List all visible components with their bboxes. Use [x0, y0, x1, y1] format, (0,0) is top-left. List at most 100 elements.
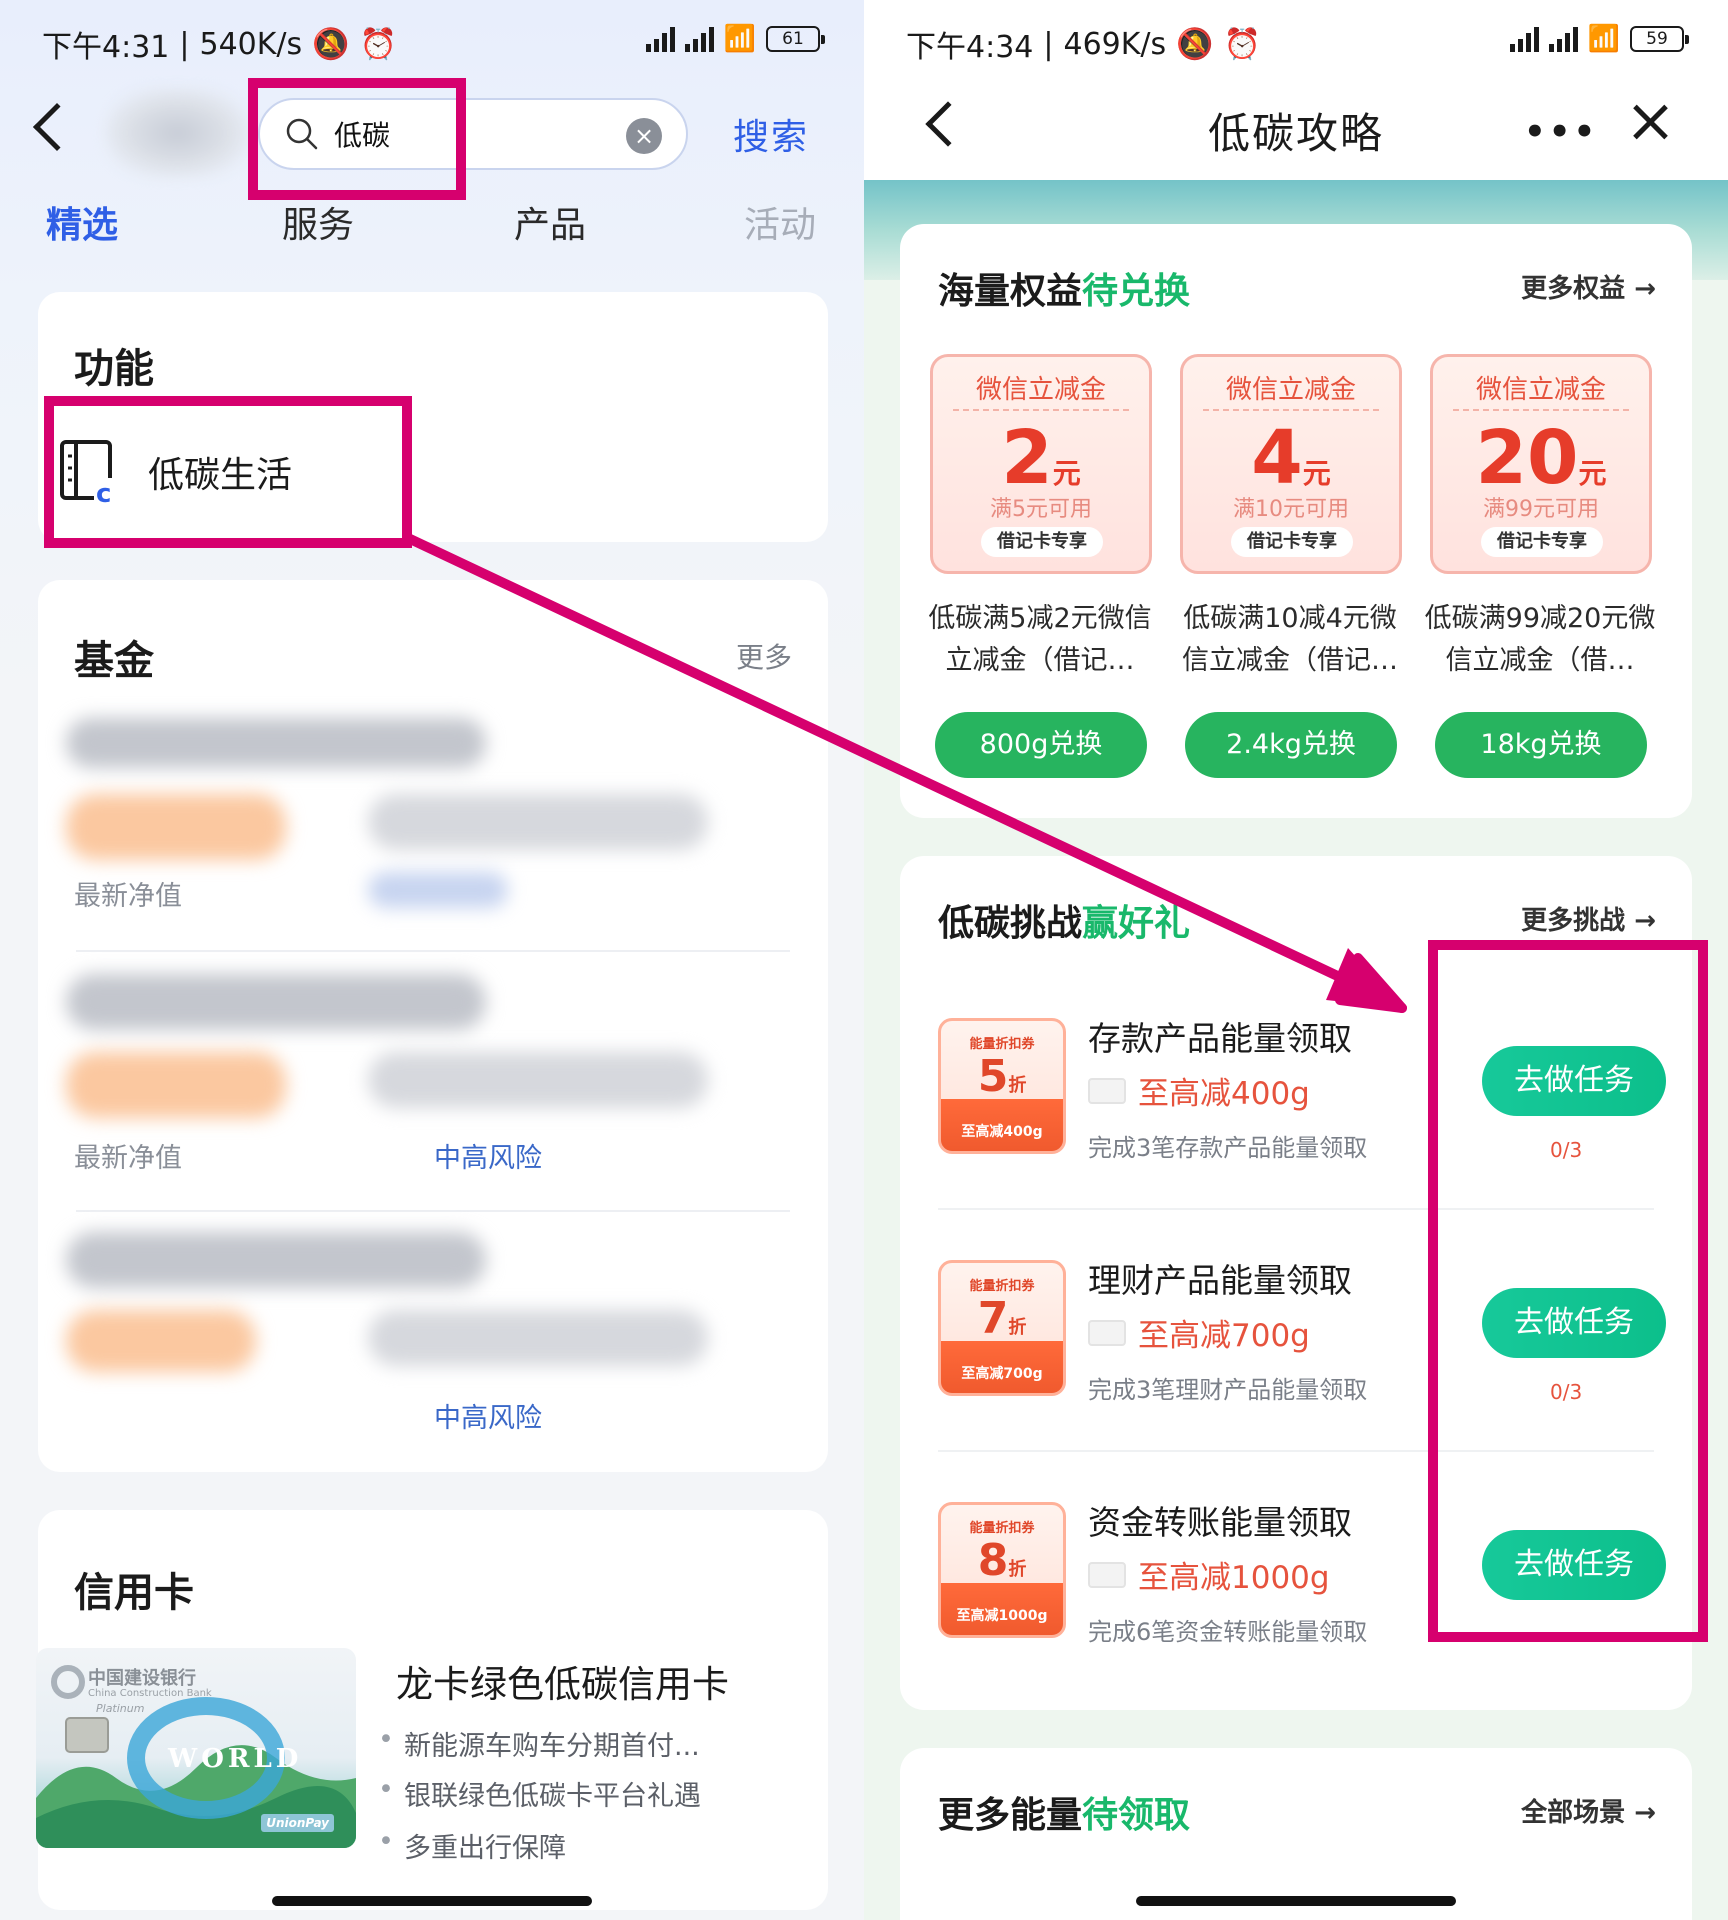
image-icon [1088, 1561, 1126, 1588]
more-challenges-link[interactable]: 更多挑战 → [1521, 900, 1656, 937]
blurred-fund-change [368, 1052, 708, 1108]
blurred-fund-name [66, 1232, 486, 1288]
blurred-fund-name [66, 974, 486, 1030]
coupon-card[interactable]: 微信立减金 4元 满10元可用 借记卡专享 [1180, 354, 1402, 574]
features-title: 功能 [74, 346, 154, 392]
discount-coupon-icon: 能量折扣券 8折 至高减1000g [938, 1502, 1066, 1638]
more-options-icon[interactable]: ••• [1524, 112, 1598, 152]
tab-products[interactable]: 产品 [514, 196, 586, 248]
battery-icon: 61 [766, 26, 825, 52]
wifi-icon: 📶 [1587, 24, 1620, 54]
signal-icon [1509, 26, 1539, 52]
image-icon [1088, 1077, 1126, 1104]
home-indicator[interactable] [1136, 1896, 1456, 1906]
blurred-fund-risk [368, 872, 508, 908]
mute-icon: 🔕 [312, 26, 350, 62]
card-world: WORLD [168, 1744, 303, 1774]
credit-card-image[interactable]: 中国建设银行 China Construction Bank Platinum … [36, 1648, 356, 1848]
redeem-button[interactable]: 2.4kg兑换 [1185, 712, 1397, 778]
task-description: 完成3笔理财产品能量领取 [1088, 1376, 1368, 1404]
coupon-description: 低碳满99减20元微信立减金（借… [1424, 603, 1656, 676]
all-scenes-link[interactable]: 全部场景 → [1521, 1792, 1656, 1829]
coupon-description: 低碳满5减2元微信立减金（借记… [928, 603, 1152, 676]
card-tier: Platinum [96, 1702, 145, 1715]
rewards-card: 海量权益待兑换 更多权益 → 微信立减金 2元 满5元可用 借记卡专享 低碳满5… [900, 224, 1692, 818]
fund-risk-label: 中高风险 [434, 1143, 542, 1174]
annotation-box-tasks [1428, 940, 1708, 1642]
task-highlight: 至高减700g [1088, 1310, 1310, 1355]
wifi-icon: 📶 [723, 24, 756, 54]
status-bar: 下午4:34 | 469K/s 🔕 ⏰ [906, 22, 1261, 66]
funds-title: 基金 [74, 638, 154, 684]
fund-meta-label: 最新净值 [74, 881, 182, 912]
home-indicator[interactable] [272, 1896, 592, 1906]
annotation-box-feature [44, 396, 412, 548]
blurred-fund-value [66, 1052, 286, 1118]
status-time: 下午4:34 [906, 30, 1034, 65]
credit-card-bullet: 银联绿色低碳卡平台礼遇 [378, 1774, 701, 1813]
right-screen: 下午4:34 | 469K/s 🔕 ⏰ 📶 59 低碳攻略 ••• 海量权益待兑… [864, 0, 1728, 1920]
credit-card-bullet: 新能源车购车分期首付... [378, 1724, 700, 1763]
credit-card-bullet: 多重出行保障 [378, 1826, 566, 1865]
blurred-fund-change [368, 794, 708, 850]
task-description: 完成6笔资金转账能量领取 [1088, 1618, 1368, 1646]
mute-icon: 🔕 [1176, 26, 1214, 62]
image-icon [1088, 1319, 1126, 1346]
battery-icon: 59 [1630, 26, 1689, 52]
coupon-card[interactable]: 微信立减金 20元 满99元可用 借记卡专享 [1430, 354, 1652, 574]
alarm-icon: ⏰ [359, 26, 397, 62]
rewards-title: 海量权益待兑换 [938, 271, 1191, 312]
credit-card-product-title[interactable]: 龙卡绿色低碳信用卡 [396, 1654, 729, 1708]
signal-icon [645, 26, 675, 52]
tab-activities[interactable]: 活动 [744, 196, 816, 248]
close-icon[interactable] [1630, 102, 1670, 142]
search-button[interactable]: 搜索 [733, 108, 809, 160]
redeem-button[interactable]: 18kg兑换 [1435, 712, 1647, 778]
fund-meta-label: 最新净值 [74, 1143, 182, 1174]
page-title: 低碳攻略 [1207, 109, 1384, 158]
status-icons: 📶 59 [1509, 24, 1689, 54]
alarm-icon: ⏰ [1223, 26, 1261, 62]
task-title: 存款产品能量领取 [1088, 1019, 1352, 1058]
funds-card: 基金 更多 最新净值 最新净值 中高风险 中高风险 [38, 580, 828, 1472]
tab-bar: 精选 服务 产品 活动 [0, 196, 864, 246]
clear-icon[interactable]: × [626, 118, 662, 154]
blurred-fund-value [66, 794, 286, 860]
credit-card-title: 信用卡 [74, 1570, 194, 1616]
discount-coupon-icon: 能量折扣券 5折 至高减400g [938, 1018, 1066, 1154]
task-title: 理财产品能量领取 [1088, 1261, 1352, 1300]
signal-icon-2 [684, 26, 714, 52]
status-bar: 下午4:31 | 540K/s 🔕 ⏰ [42, 22, 397, 66]
task-description: 完成3笔存款产品能量领取 [1088, 1134, 1368, 1162]
redeem-button[interactable]: 800g兑换 [935, 712, 1147, 778]
annotation-box-search [248, 78, 466, 200]
unionpay-logo: UnionPay [261, 1814, 334, 1832]
task-highlight: 至高减400g [1088, 1068, 1310, 1113]
blurred-fund-change [368, 1310, 708, 1366]
task-highlight: 至高减1000g [1088, 1552, 1330, 1597]
coupon-description: 低碳满10减4元微信立减金（借记… [1182, 603, 1398, 676]
left-screen: 下午4:31 | 540K/s 🔕 ⏰ 📶 61 低碳 × 搜索 精选 服务 产… [0, 0, 864, 1920]
blurred-avatar [105, 88, 250, 178]
challenges-title: 低碳挑战赢好礼 [938, 903, 1191, 944]
bank-name: 中国建设银行 [88, 1668, 196, 1689]
blurred-fund-name [66, 718, 486, 768]
more-rewards-link[interactable]: 更多权益 → [1521, 268, 1656, 305]
status-speed: 469K/s [1063, 26, 1167, 62]
status-icons: 📶 61 [645, 24, 825, 54]
more-energy-title: 更多能量待领取 [938, 1795, 1191, 1836]
discount-coupon-icon: 能量折扣券 7折 至高减700g [938, 1260, 1066, 1396]
blurred-fund-value [66, 1310, 256, 1372]
back-icon[interactable] [32, 102, 82, 152]
funds-more-link[interactable]: 更多 [736, 636, 792, 676]
tab-featured[interactable]: 精选 [46, 196, 118, 248]
coupon-card[interactable]: 微信立减金 2元 满5元可用 借记卡专享 [930, 354, 1152, 574]
bank-name-en: China Construction Bank [88, 1688, 212, 1699]
task-title: 资金转账能量领取 [1088, 1503, 1352, 1542]
more-energy-card: 更多能量待领取 全部场景 → [900, 1748, 1692, 1920]
fund-risk-label: 中高风险 [434, 1403, 542, 1434]
signal-icon-2 [1548, 26, 1578, 52]
tab-services[interactable]: 服务 [282, 196, 354, 248]
status-speed: 540K/s [199, 26, 303, 62]
status-time: 下午4:31 [42, 30, 170, 65]
